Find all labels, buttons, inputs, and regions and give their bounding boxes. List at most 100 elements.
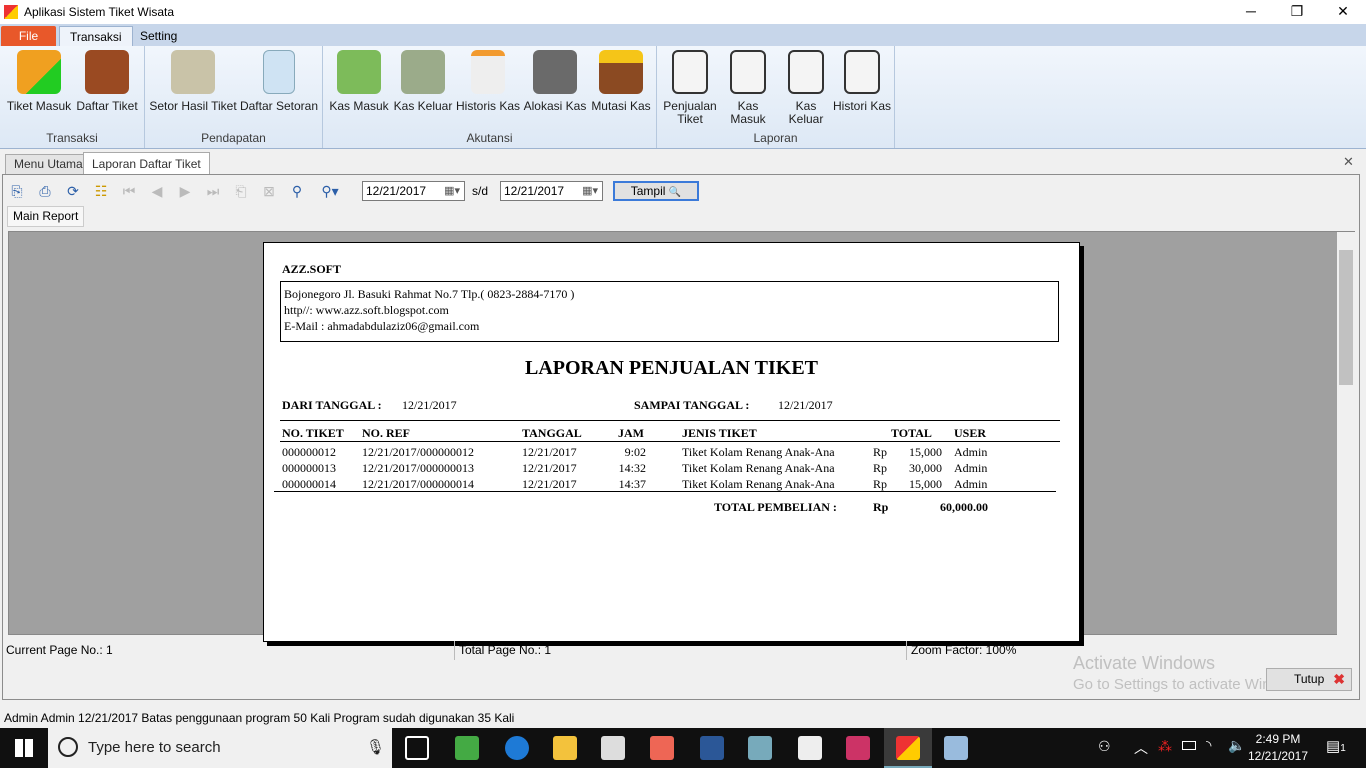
report-icon (672, 50, 708, 94)
tray-app-icon[interactable]: ⁂ (1158, 738, 1172, 755)
notifications-icon[interactable]: ▤1 (1326, 737, 1346, 755)
date-from-picker[interactable]: 12/21/2017 ▦▾ (362, 181, 465, 201)
date-separator: s/d (472, 184, 489, 198)
close-button[interactable]: ✕ (1320, 0, 1366, 24)
store-icon[interactable] (601, 736, 625, 760)
kas-masuk-button[interactable]: Kas Masuk (327, 50, 391, 113)
mine-cart-icon (599, 50, 643, 94)
cell-total: 15,000 (909, 477, 942, 491)
tutup-button[interactable]: Tutup ✖ (1266, 668, 1352, 691)
app-icon-1[interactable] (455, 736, 479, 760)
cell-tanggal: 12/21/2017 (522, 477, 577, 491)
maximize-button[interactable]: ❐ (1274, 0, 1320, 24)
cash-register-icon (171, 50, 215, 94)
cell-user: Admin (954, 461, 988, 475)
company-name: AZZ.SOFT (282, 262, 342, 276)
group-akutansi: Kas Masuk Kas Keluar Historis Kas Alokas… (323, 46, 657, 148)
clock[interactable]: 2:49 PM 12/21/2017 (1243, 731, 1313, 765)
show-hidden-icons[interactable]: ︿ (1134, 738, 1148, 758)
daftar-tiket-button[interactable]: Daftar Tiket (74, 50, 140, 113)
mail-icon[interactable] (798, 736, 822, 760)
cell-total: 15,000 (909, 445, 942, 459)
historis-kas-button[interactable]: Historis Kas (455, 50, 521, 113)
app-icon (896, 736, 920, 760)
cell-jenis: Tiket Kolam Renang Anak-Ana (682, 461, 835, 475)
group-transaksi: Tiket Masuk Daftar Tiket Transaksi (0, 46, 145, 148)
tab-file[interactable]: File (1, 26, 56, 47)
tab-laporan-daftar-tiket[interactable]: Laporan Daftar Tiket (83, 152, 210, 174)
next-page-icon[interactable]: ▶ (176, 182, 194, 200)
spreadsheet-icon (263, 50, 295, 94)
group-pendapatan: Setor Hasil Tiket Daftar Setoran Pendapa… (145, 46, 323, 148)
kas-keluar-button[interactable]: Kas Keluar (393, 50, 453, 113)
ticket-add-icon (17, 50, 61, 94)
cell-jam: 14:37 (618, 477, 646, 491)
tampil-button[interactable]: Tampil 🔍 (613, 181, 699, 201)
tiket-masuk-button[interactable]: Tiket Masuk (6, 50, 72, 113)
report-title: LAPORAN PENJUALAN TIKET (525, 357, 818, 379)
first-page-icon[interactable]: ⏮ (120, 182, 138, 200)
people-icon[interactable]: ⚇ (1098, 738, 1111, 755)
scrollbar-thumb[interactable] (1339, 250, 1353, 385)
cell-total: 30,000 (909, 461, 942, 475)
calendar-icon: ▦▾ (582, 185, 598, 197)
laporan-kas-keluar-button[interactable]: Kas Keluar (777, 50, 835, 126)
file-explorer-icon[interactable] (553, 736, 577, 760)
stop-icon[interactable]: ⊠ (260, 182, 278, 200)
close-tab-icon[interactable]: ✕ (1343, 154, 1354, 170)
search-circle-icon (58, 737, 78, 757)
task-view-icon[interactable] (405, 736, 429, 760)
ribbon-tabs: File Transaksi Setting (0, 24, 1366, 47)
word-icon[interactable] (700, 736, 724, 760)
daftar-setoran-button[interactable]: Daftar Setoran (239, 50, 319, 113)
current-page-status: Current Page No.: 1 (2, 641, 455, 660)
paint-icon[interactable] (944, 736, 968, 760)
laporan-kas-masuk-button[interactable]: Kas Masuk (719, 50, 777, 126)
laporan-penjualan-tiket-button[interactable]: Penjualan Tiket (661, 50, 719, 126)
laporan-histori-kas-button[interactable]: Histori Kas (833, 50, 891, 113)
alokasi-kas-button[interactable]: Alokasi Kas (523, 50, 587, 113)
windows-start-icon[interactable] (15, 739, 33, 757)
wifi-icon[interactable]: ◝ (1206, 737, 1211, 754)
goto-page-icon[interactable]: ⎗ (232, 182, 250, 200)
cell-no: 000000012 (282, 445, 336, 459)
app-icon-3[interactable] (748, 736, 772, 760)
tab-menu-utama[interactable]: Menu Utama (5, 154, 92, 174)
date-to-picker[interactable]: 12/21/2017 ▦▾ (500, 181, 603, 201)
setor-hasil-tiket-button[interactable]: Setor Hasil Tiket (149, 50, 237, 113)
cell-user: Admin (954, 445, 988, 459)
print-icon[interactable]: ⎙ (36, 182, 54, 200)
safe-icon (533, 50, 577, 94)
app-status-bar: Admin Admin 12/21/2017 Batas penggunaan … (4, 711, 515, 725)
zoom-dropdown-icon[interactable]: ⚲▾ (316, 182, 344, 200)
active-app-taskbar-button[interactable] (884, 728, 932, 768)
window-title: Aplikasi Sistem Tiket Wisata (24, 5, 175, 19)
calendar-icon: ▦▾ (444, 185, 460, 197)
access-icon[interactable] (846, 736, 870, 760)
cell-jam: 9:02 (624, 445, 646, 459)
tab-transaksi[interactable]: Transaksi (59, 26, 133, 47)
edge-icon[interactable] (505, 736, 529, 760)
find-icon[interactable]: ⚲ (288, 182, 306, 200)
cell-no: 000000013 (282, 461, 336, 475)
taskbar-search[interactable]: Type here to search 🎙 (48, 728, 392, 768)
previous-page-icon[interactable]: ◀ (148, 182, 166, 200)
main-report-tab[interactable]: Main Report (7, 206, 85, 227)
battery-icon[interactable] (1182, 741, 1196, 750)
total-value: 60,000.00 (940, 500, 988, 514)
last-page-icon[interactable]: ⏭ (204, 182, 222, 200)
minimize-button[interactable]: ─ (1228, 0, 1274, 24)
export-icon[interactable]: ⎘ (8, 182, 26, 200)
cell-ref: 12/21/2017/000000012 (362, 445, 475, 459)
cell-ref: 12/21/2017/000000014 (362, 477, 475, 491)
cell-ref: 12/21/2017/000000013 (362, 461, 475, 475)
close-x-icon: ✖ (1333, 671, 1345, 687)
tab-setting[interactable]: Setting (130, 26, 187, 47)
app-icon-2[interactable] (650, 736, 674, 760)
cell-tanggal: 12/21/2017 (522, 445, 577, 459)
microphone-icon[interactable]: 🎙 (366, 728, 385, 768)
company-info-box: Bojonegoro Jl. Basuki Rahmat No.7 Tlp.( … (280, 281, 1059, 342)
group-tree-icon[interactable]: ☷ (92, 182, 110, 200)
mutasi-kas-button[interactable]: Mutasi Kas (589, 50, 653, 113)
refresh-icon[interactable]: ⟳ (64, 182, 82, 200)
